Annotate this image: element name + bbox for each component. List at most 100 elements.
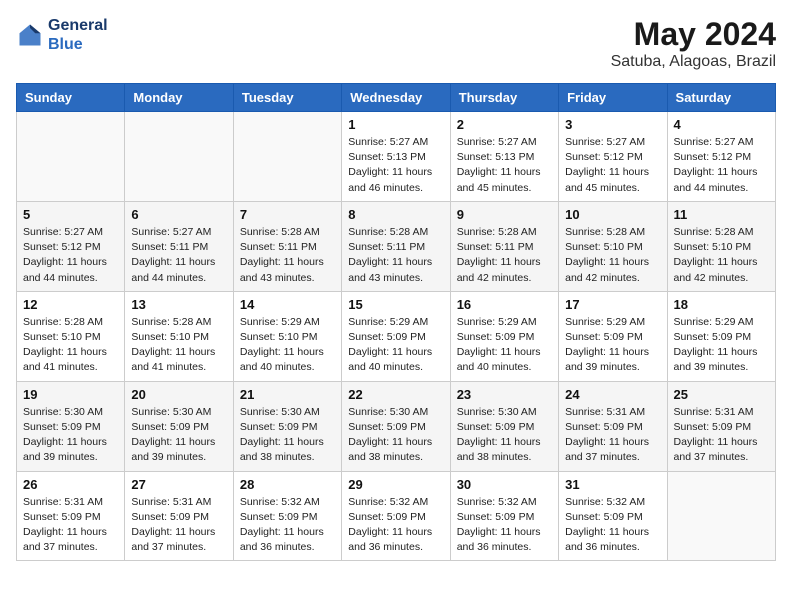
day-number: 27 <box>131 477 226 492</box>
header-day-tuesday: Tuesday <box>233 84 341 112</box>
day-info: Sunrise: 5:32 AM Sunset: 5:09 PM Dayligh… <box>457 495 552 556</box>
day-number: 14 <box>240 297 335 312</box>
day-info: Sunrise: 5:28 AM Sunset: 5:11 PM Dayligh… <box>240 225 335 286</box>
calendar-cell <box>17 112 125 202</box>
day-info: Sunrise: 5:30 AM Sunset: 5:09 PM Dayligh… <box>348 405 443 466</box>
day-info: Sunrise: 5:28 AM Sunset: 5:10 PM Dayligh… <box>131 315 226 376</box>
day-number: 31 <box>565 477 660 492</box>
day-number: 26 <box>23 477 118 492</box>
day-info: Sunrise: 5:27 AM Sunset: 5:12 PM Dayligh… <box>565 135 660 196</box>
calendar-cell: 30 Sunrise: 5:32 AM Sunset: 5:09 PM Dayli… <box>450 471 558 561</box>
calendar-cell: 12Sunrise: 5:28 AM Sunset: 5:10 PM Dayli… <box>17 291 125 381</box>
header-day-sunday: Sunday <box>17 84 125 112</box>
day-number: 23 <box>457 387 552 402</box>
calendar-cell: 13 Sunrise: 5:28 AM Sunset: 5:10 PM Dayli… <box>125 291 233 381</box>
day-number: 8 <box>348 207 443 222</box>
week-row-4: 19 Sunrise: 5:30 AM Sunset: 5:09 PM Dayli… <box>17 381 776 471</box>
calendar-cell: 4 Sunrise: 5:27 AM Sunset: 5:12 PM Daylig… <box>667 112 775 202</box>
header-day-thursday: Thursday <box>450 84 558 112</box>
day-number: 3 <box>565 117 660 132</box>
day-info: Sunrise: 5:31 AM Sunset: 5:09 PM Dayligh… <box>674 405 769 466</box>
day-info: Sunrise: 5:27 AM Sunset: 5:13 PM Dayligh… <box>457 135 552 196</box>
day-info: Sunrise: 5:27 AM Sunset: 5:12 PM Dayligh… <box>23 225 118 286</box>
day-info: Sunrise: 5:30 AM Sunset: 5:09 PM Dayligh… <box>131 405 226 466</box>
calendar-cell: 22 Sunrise: 5:30 AM Sunset: 5:09 PM Dayli… <box>342 381 450 471</box>
day-info: Sunrise: 5:32 AM Sunset: 5:09 PM Dayligh… <box>565 495 660 556</box>
day-number: 20 <box>131 387 226 402</box>
day-info: Sunrise: 5:28 AM Sunset: 5:11 PM Dayligh… <box>457 225 552 286</box>
day-number: 2 <box>457 117 552 132</box>
day-number: 17 <box>565 297 660 312</box>
day-number: 5 <box>23 207 118 222</box>
calendar-cell: 6Sunrise: 5:27 AM Sunset: 5:11 PM Daylig… <box>125 201 233 291</box>
calendar-cell: 23Sunrise: 5:30 AM Sunset: 5:09 PM Dayli… <box>450 381 558 471</box>
day-info: Sunrise: 5:31 AM Sunset: 5:09 PM Dayligh… <box>565 405 660 466</box>
day-info: Sunrise: 5:28 AM Sunset: 5:10 PM Dayligh… <box>565 225 660 286</box>
calendar-cell: 25 Sunrise: 5:31 AM Sunset: 5:09 PM Dayli… <box>667 381 775 471</box>
day-number: 18 <box>674 297 769 312</box>
calendar-cell: 18 Sunrise: 5:29 AM Sunset: 5:09 PM Dayli… <box>667 291 775 381</box>
calendar-table: SundayMondayTuesdayWednesdayThursdayFrid… <box>16 83 776 561</box>
day-info: Sunrise: 5:27 AM Sunset: 5:13 PM Dayligh… <box>348 135 443 196</box>
logo-text: General Blue <box>48 16 108 54</box>
calendar-cell: 16Sunrise: 5:29 AM Sunset: 5:09 PM Dayli… <box>450 291 558 381</box>
day-number: 1 <box>348 117 443 132</box>
day-number: 4 <box>674 117 769 132</box>
calendar-cell: 11Sunrise: 5:28 AM Sunset: 5:10 PM Dayli… <box>667 201 775 291</box>
calendar-cell: 9 Sunrise: 5:28 AM Sunset: 5:11 PM Daylig… <box>450 201 558 291</box>
day-number: 9 <box>457 207 552 222</box>
week-row-1: 1 Sunrise: 5:27 AM Sunset: 5:13 PM Daylig… <box>17 112 776 202</box>
calendar-cell <box>125 112 233 202</box>
calendar-cell: 28Sunrise: 5:32 AM Sunset: 5:09 PM Dayli… <box>233 471 341 561</box>
day-number: 25 <box>674 387 769 402</box>
day-number: 12 <box>23 297 118 312</box>
logo-icon <box>16 21 44 49</box>
day-info: Sunrise: 5:31 AM Sunset: 5:09 PM Dayligh… <box>131 495 226 556</box>
calendar-cell: 7 Sunrise: 5:28 AM Sunset: 5:11 PM Daylig… <box>233 201 341 291</box>
header-row: SundayMondayTuesdayWednesdayThursdayFrid… <box>17 84 776 112</box>
day-number: 7 <box>240 207 335 222</box>
day-number: 21 <box>240 387 335 402</box>
calendar-cell: 20 Sunrise: 5:30 AM Sunset: 5:09 PM Dayli… <box>125 381 233 471</box>
day-info: Sunrise: 5:29 AM Sunset: 5:09 PM Dayligh… <box>674 315 769 376</box>
calendar-cell: 1 Sunrise: 5:27 AM Sunset: 5:13 PM Daylig… <box>342 112 450 202</box>
calendar-cell: 5 Sunrise: 5:27 AM Sunset: 5:12 PM Daylig… <box>17 201 125 291</box>
day-number: 24 <box>565 387 660 402</box>
day-info: Sunrise: 5:27 AM Sunset: 5:12 PM Dayligh… <box>674 135 769 196</box>
day-info: Sunrise: 5:29 AM Sunset: 5:09 PM Dayligh… <box>348 315 443 376</box>
calendar-cell <box>667 471 775 561</box>
day-number: 13 <box>131 297 226 312</box>
calendar-cell: 19 Sunrise: 5:30 AM Sunset: 5:09 PM Dayli… <box>17 381 125 471</box>
calendar-body: 1 Sunrise: 5:27 AM Sunset: 5:13 PM Daylig… <box>17 112 776 561</box>
calendar-cell: 27 Sunrise: 5:31 AM Sunset: 5:09 PM Dayli… <box>125 471 233 561</box>
week-row-5: 26 Sunrise: 5:31 AM Sunset: 5:09 PM Dayli… <box>17 471 776 561</box>
day-number: 11 <box>674 207 769 222</box>
week-row-2: 5 Sunrise: 5:27 AM Sunset: 5:12 PM Daylig… <box>17 201 776 291</box>
month-title: May 2024 <box>611 16 776 53</box>
day-info: Sunrise: 5:29 AM Sunset: 5:10 PM Dayligh… <box>240 315 335 376</box>
calendar-cell: 26 Sunrise: 5:31 AM Sunset: 5:09 PM Dayli… <box>17 471 125 561</box>
title-block: May 2024 Satuba, Alagoas, Brazil <box>611 16 776 71</box>
day-number: 22 <box>348 387 443 402</box>
day-number: 28 <box>240 477 335 492</box>
calendar-cell: 17 Sunrise: 5:29 AM Sunset: 5:09 PM Dayli… <box>559 291 667 381</box>
day-info: Sunrise: 5:28 AM Sunset: 5:11 PM Dayligh… <box>348 225 443 286</box>
day-number: 16 <box>457 297 552 312</box>
calendar-cell <box>233 112 341 202</box>
calendar-cell: 29Sunrise: 5:32 AM Sunset: 5:09 PM Dayli… <box>342 471 450 561</box>
day-number: 19 <box>23 387 118 402</box>
day-info: Sunrise: 5:31 AM Sunset: 5:09 PM Dayligh… <box>23 495 118 556</box>
location-title: Satuba, Alagoas, Brazil <box>611 53 776 71</box>
calendar-cell: 21Sunrise: 5:30 AM Sunset: 5:09 PM Dayli… <box>233 381 341 471</box>
day-number: 30 <box>457 477 552 492</box>
header-day-friday: Friday <box>559 84 667 112</box>
day-info: Sunrise: 5:30 AM Sunset: 5:09 PM Dayligh… <box>23 405 118 466</box>
page-header: General Blue May 2024 Satuba, Alagoas, B… <box>16 16 776 71</box>
logo: General Blue <box>16 16 108 54</box>
day-info: Sunrise: 5:27 AM Sunset: 5:11 PM Dayligh… <box>131 225 226 286</box>
header-day-wednesday: Wednesday <box>342 84 450 112</box>
calendar-cell: 31 Sunrise: 5:32 AM Sunset: 5:09 PM Dayli… <box>559 471 667 561</box>
day-info: Sunrise: 5:32 AM Sunset: 5:09 PM Dayligh… <box>348 495 443 556</box>
day-info: Sunrise: 5:29 AM Sunset: 5:09 PM Dayligh… <box>565 315 660 376</box>
week-row-3: 12 Sunrise: 5:28 AM Sunset: 5:10 PM Dayli… <box>17 291 776 381</box>
